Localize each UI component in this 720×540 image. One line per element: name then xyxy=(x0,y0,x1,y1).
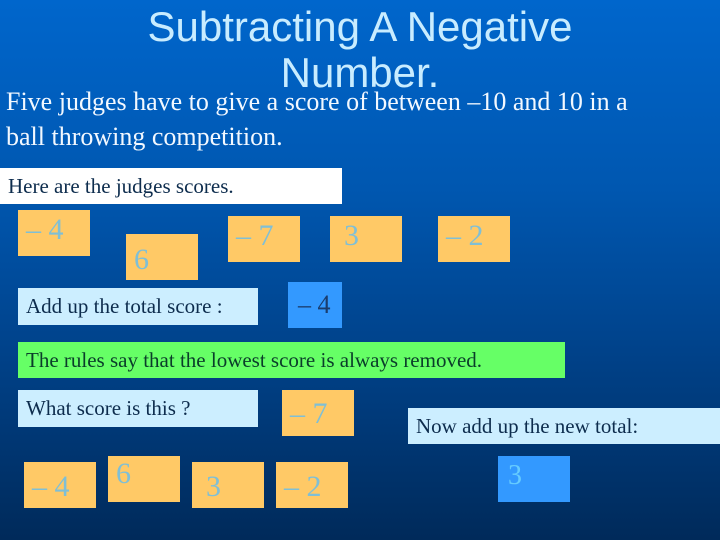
rule-text: The rules say that the lowest score is a… xyxy=(18,342,565,378)
slide-title-line-1: Subtracting A Negative xyxy=(147,3,573,50)
judge-score-3[interactable]: – 7 xyxy=(228,216,300,262)
intro-line-2: ball throwing competition. xyxy=(6,122,283,151)
judges-scores-label: Here are the judges scores. xyxy=(0,168,342,204)
total-score-box[interactable]: – 4 xyxy=(288,282,342,328)
judge-score-2[interactable]: 6 xyxy=(126,234,198,280)
judge-score-1[interactable]: – 4 xyxy=(18,210,90,256)
remaining-score-2[interactable]: 6 xyxy=(108,456,180,502)
lowest-score-box[interactable]: – 7 xyxy=(282,390,354,436)
remaining-score-1[interactable]: – 4 xyxy=(24,462,96,508)
intro-text: Five judges have to give a score of betw… xyxy=(6,84,716,154)
new-total-box[interactable]: 3 xyxy=(498,456,570,502)
slide-title: Subtracting A Negative Number. xyxy=(0,4,720,96)
remaining-score-3[interactable]: 3 xyxy=(192,462,264,508)
question-label: What score is this ? xyxy=(18,390,258,427)
judge-score-5[interactable]: – 2 xyxy=(438,216,510,262)
new-total-label: Now add up the new total: xyxy=(408,408,720,444)
intro-line-1: Five judges have to give a score of betw… xyxy=(6,87,628,116)
judge-score-4[interactable]: 3 xyxy=(330,216,402,262)
add-total-label: Add up the total score : xyxy=(18,288,258,325)
remaining-score-4[interactable]: – 2 xyxy=(276,462,348,508)
